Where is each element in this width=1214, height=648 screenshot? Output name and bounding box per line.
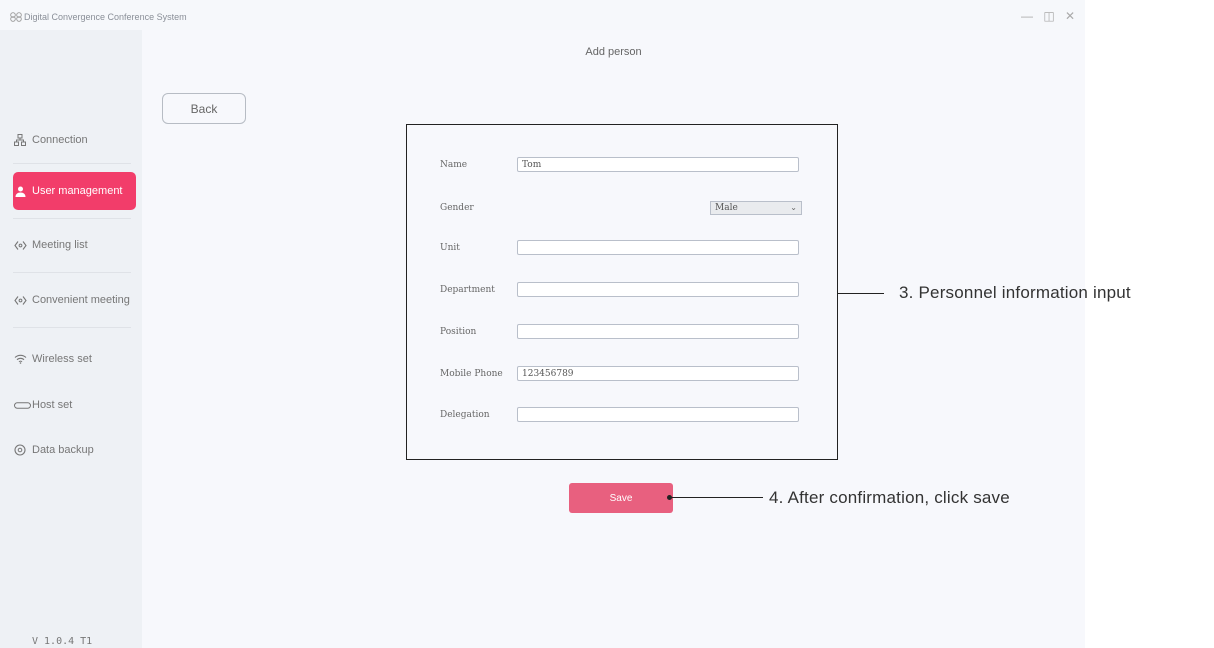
sidebar-item-convenient-meeting[interactable]: Convenient meeting bbox=[13, 281, 136, 319]
divider bbox=[13, 163, 131, 164]
person-form: Name Tom Gender Male ⌄ Unit Department P… bbox=[406, 124, 838, 460]
main-panel: Add person Back Name Tom Gender Male ⌄ U… bbox=[142, 30, 1085, 648]
divider bbox=[13, 218, 131, 219]
position-field[interactable] bbox=[517, 324, 799, 339]
close-button[interactable]: ✕ bbox=[1063, 9, 1077, 23]
divider bbox=[13, 272, 131, 273]
delegation-field[interactable] bbox=[517, 407, 799, 422]
gender-label: Gender bbox=[440, 203, 474, 213]
sidebar-item-label: Host set bbox=[32, 399, 73, 411]
meeting-icon bbox=[13, 240, 27, 251]
unit-field[interactable] bbox=[517, 240, 799, 255]
department-label: Department bbox=[440, 285, 495, 295]
sidebar-item-label: Meeting list bbox=[32, 239, 88, 251]
title-bar: Digital Convergence Conference System — … bbox=[0, 0, 1085, 30]
sidebar-item-label: Connection bbox=[32, 134, 88, 146]
sidebar-item-meeting-list[interactable]: Meeting list bbox=[13, 226, 136, 264]
user-icon bbox=[13, 186, 27, 197]
name-field[interactable]: Tom bbox=[517, 157, 799, 172]
connection-icon bbox=[13, 134, 27, 146]
version-label: V 1.0.4 T1 bbox=[32, 636, 93, 647]
sidebar-item-host-set[interactable]: Host set bbox=[13, 386, 136, 424]
mobile-phone-label: Mobile Phone bbox=[440, 369, 503, 379]
annotation-line bbox=[670, 497, 763, 498]
page-title: Add person bbox=[585, 46, 642, 58]
back-button[interactable]: Back bbox=[162, 93, 246, 124]
backup-icon bbox=[13, 444, 27, 456]
delegation-label: Delegation bbox=[440, 410, 490, 420]
annotation-step-4: 4. After confirmation, click save bbox=[769, 488, 1010, 507]
host-icon bbox=[13, 401, 31, 409]
sidebar-item-connection[interactable]: Connection bbox=[13, 121, 136, 159]
gender-select[interactable]: Male ⌄ bbox=[710, 201, 802, 215]
sidebar-item-user-management[interactable]: User management bbox=[13, 172, 136, 210]
meeting-icon bbox=[13, 295, 27, 306]
unit-label: Unit bbox=[440, 243, 460, 253]
sidebar-item-data-backup[interactable]: Data backup bbox=[13, 431, 136, 469]
minimize-button[interactable]: — bbox=[1020, 9, 1034, 23]
wifi-icon bbox=[13, 354, 27, 364]
divider bbox=[13, 327, 131, 328]
sidebar-item-label: Wireless set bbox=[32, 353, 92, 365]
department-field[interactable] bbox=[517, 282, 799, 297]
chevron-down-icon: ⌄ bbox=[790, 203, 797, 212]
app-logo-icon bbox=[10, 12, 22, 22]
window-title: Digital Convergence Conference System bbox=[24, 12, 187, 22]
sidebar-item-label: Data backup bbox=[32, 444, 94, 456]
sidebar-item-wireless-set[interactable]: Wireless set bbox=[13, 340, 136, 378]
sidebar-item-label: Convenient meeting bbox=[32, 294, 130, 306]
annotation-line bbox=[838, 293, 884, 294]
mobile-phone-field[interactable]: 123456789 bbox=[517, 366, 799, 381]
save-button[interactable]: Save bbox=[569, 483, 673, 513]
position-label: Position bbox=[440, 327, 477, 337]
sidebar-item-label: User management bbox=[32, 185, 123, 197]
gender-value: Male bbox=[715, 203, 738, 213]
annotation-step-3: 3. Personnel information input bbox=[899, 283, 1131, 302]
name-label: Name bbox=[440, 160, 468, 170]
restore-button[interactable]: ◫ bbox=[1042, 9, 1056, 23]
